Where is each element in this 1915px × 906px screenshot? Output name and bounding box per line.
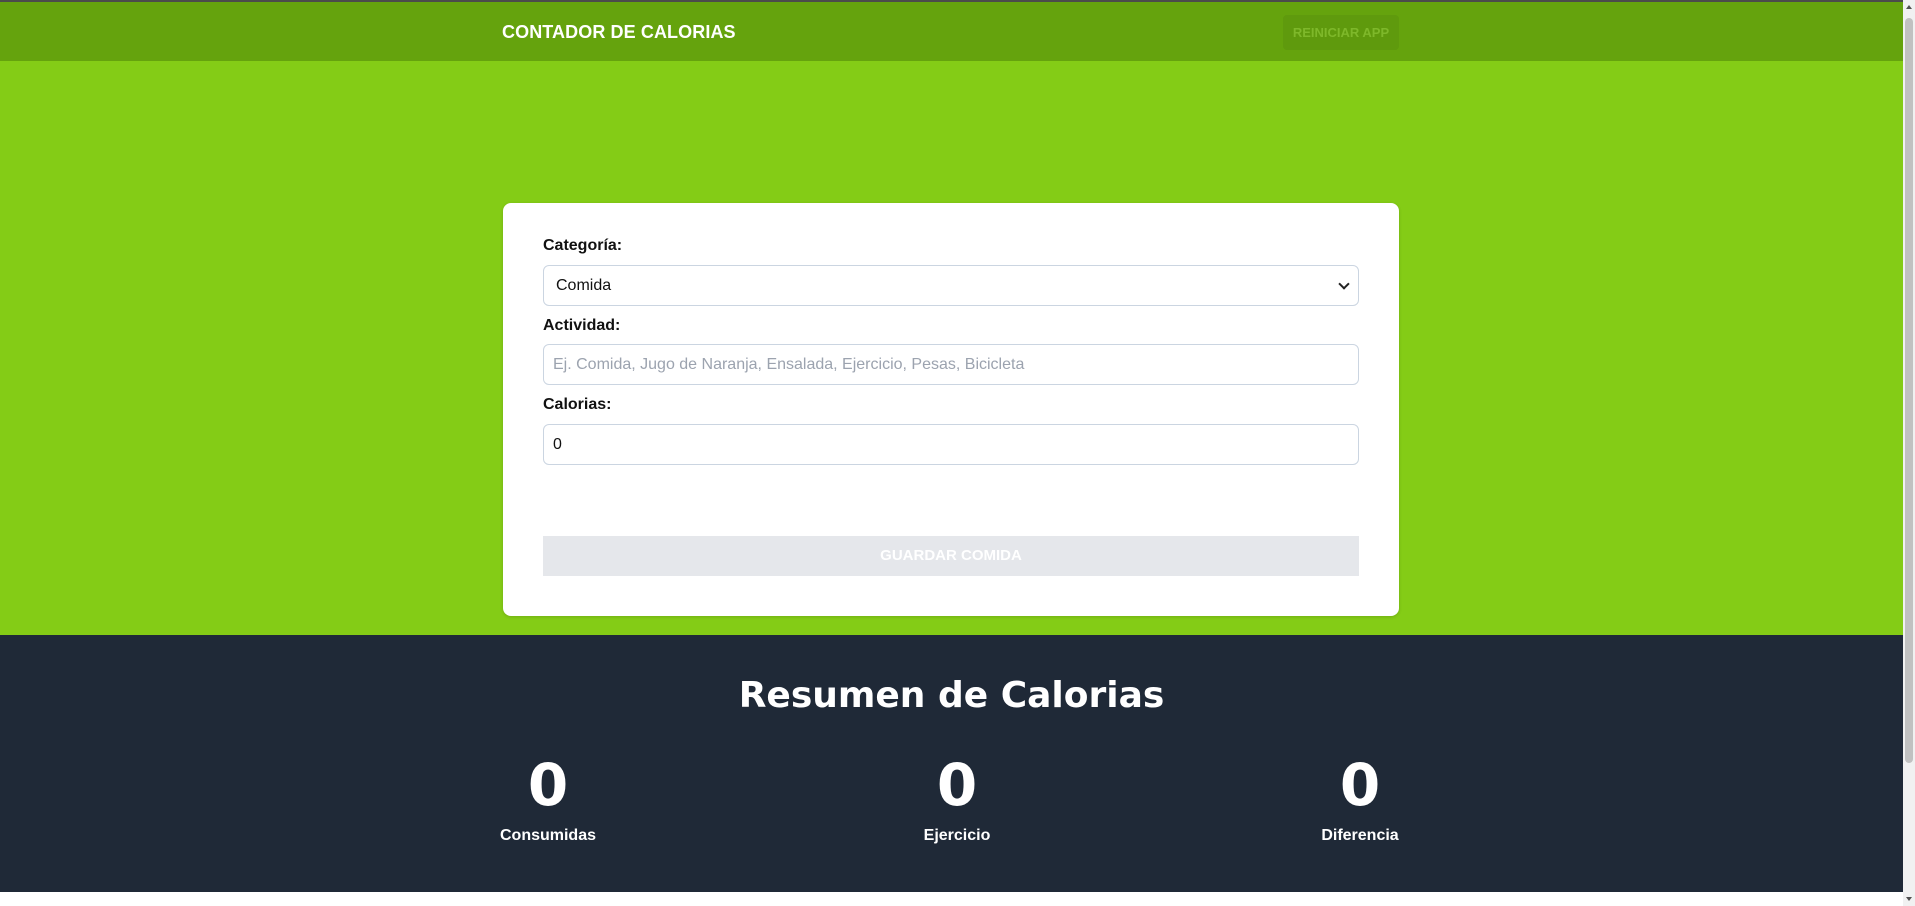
vertical-scrollbar[interactable] bbox=[1903, 0, 1915, 906]
activity-placeholder: Ej. Comida, Jugo de Naranja, Ensalada, E… bbox=[553, 356, 1025, 373]
stat-difference: 0 Diferencia bbox=[1280, 755, 1440, 845]
calories-value: 0 bbox=[553, 436, 562, 453]
stat-consumed-label: Consumidas bbox=[499, 827, 596, 844]
stat-consumed: 0 Consumidas bbox=[468, 755, 628, 845]
save-food-button[interactable]: GUARDAR COMIDA bbox=[543, 536, 1359, 576]
stat-exercise: 0 Ejercicio bbox=[877, 755, 1037, 845]
top-header: CONTADOR DE CALORIAS REINICIAR APP bbox=[0, 0, 1903, 61]
scrollbar-thumb[interactable] bbox=[1905, 18, 1913, 763]
calorie-form: Categoría: Comida Actividad: Ej. Comida,… bbox=[503, 203, 1399, 616]
category-select[interactable]: Comida bbox=[543, 265, 1359, 306]
form-section: Categoría: Comida Actividad: Ej. Comida,… bbox=[0, 61, 1903, 635]
stat-difference-value: 0 bbox=[1339, 751, 1381, 819]
scroll-down-icon[interactable] bbox=[1906, 897, 1912, 901]
calories-label: Calorias: bbox=[543, 396, 612, 413]
calories-input[interactable]: 0 bbox=[543, 424, 1359, 465]
stat-consumed-value: 0 bbox=[527, 751, 569, 819]
stat-exercise-value: 0 bbox=[936, 751, 978, 819]
activity-label: Actividad: bbox=[543, 317, 621, 334]
chevron-down-icon bbox=[1338, 278, 1350, 290]
scroll-up-icon[interactable] bbox=[1906, 5, 1912, 9]
app-title: CONTADOR DE CALORIAS bbox=[502, 22, 736, 42]
app-viewport: CONTADOR DE CALORIAS REINICIAR APP Categ… bbox=[0, 0, 1903, 892]
category-selected-value: Comida bbox=[556, 277, 612, 294]
category-label: Categoría: bbox=[543, 237, 623, 254]
stat-exercise-label: Ejercicio bbox=[923, 827, 991, 844]
summary-title: Resumen de Calorias bbox=[738, 675, 1165, 716]
activity-input[interactable]: Ej. Comida, Jugo de Naranja, Ensalada, E… bbox=[543, 344, 1359, 385]
stat-difference-label: Diferencia bbox=[1321, 827, 1399, 844]
calorie-summary: Resumen de Calorias 0 Consumidas 0 Ejerc… bbox=[0, 635, 1903, 892]
reset-app-button[interactable]: REINICIAR APP bbox=[1283, 15, 1399, 50]
